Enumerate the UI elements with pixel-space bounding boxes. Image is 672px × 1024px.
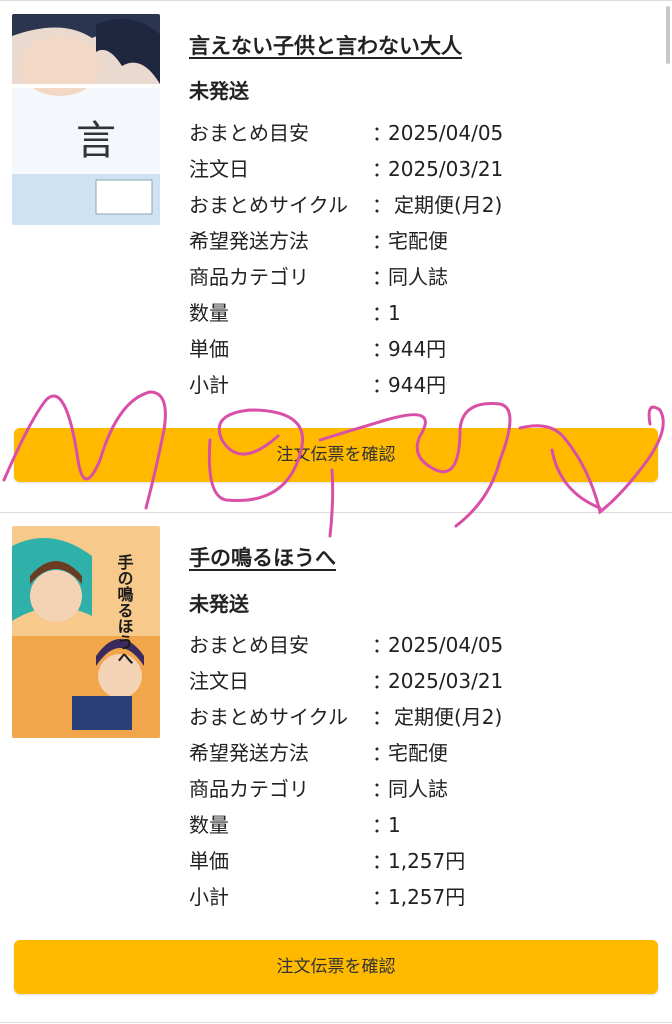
shipping-status: 未発送	[189, 592, 249, 616]
detail-value: 2025/04/05	[388, 633, 504, 657]
detail-colon: ：	[372, 705, 392, 729]
detail-label: 商品カテゴリ	[189, 777, 309, 801]
detail-label: おまとめサイクル	[189, 705, 348, 729]
detail-value: 2025/03/21	[388, 669, 504, 693]
order-card: 手の鳴るほうへ 手の鳴るほうへ 未発送 おまとめ目安 ： 2025/04/05 …	[0, 0, 672, 1024]
product-title-link[interactable]: 手の鳴るほうへ	[189, 542, 336, 572]
book-cover-image[interactable]: 手の鳴るほうへ	[12, 526, 160, 738]
detail-label: 単価	[189, 849, 229, 873]
detail-label: 注文日	[189, 669, 249, 693]
detail-value: 宅配便	[388, 741, 448, 765]
detail-value: 1	[388, 813, 401, 837]
detail-label: 数量	[189, 813, 229, 837]
detail-value: 定期便(月2)	[394, 705, 503, 729]
view-order-slip-button[interactable]: 注文伝票を確認	[14, 940, 658, 994]
cover-title-text: 手の鳴るほうへ	[115, 553, 134, 666]
detail-label: おまとめ目安	[189, 633, 309, 657]
detail-value: 同人誌	[388, 777, 448, 801]
detail-value: 1,257円	[388, 849, 466, 873]
bottom-divider	[0, 1022, 672, 1023]
detail-label: 小計	[189, 885, 229, 909]
cover-art: 手の鳴るほうへ	[12, 526, 160, 738]
detail-label: 希望発送方法	[189, 741, 309, 765]
detail-value: 1,257円	[388, 885, 466, 909]
